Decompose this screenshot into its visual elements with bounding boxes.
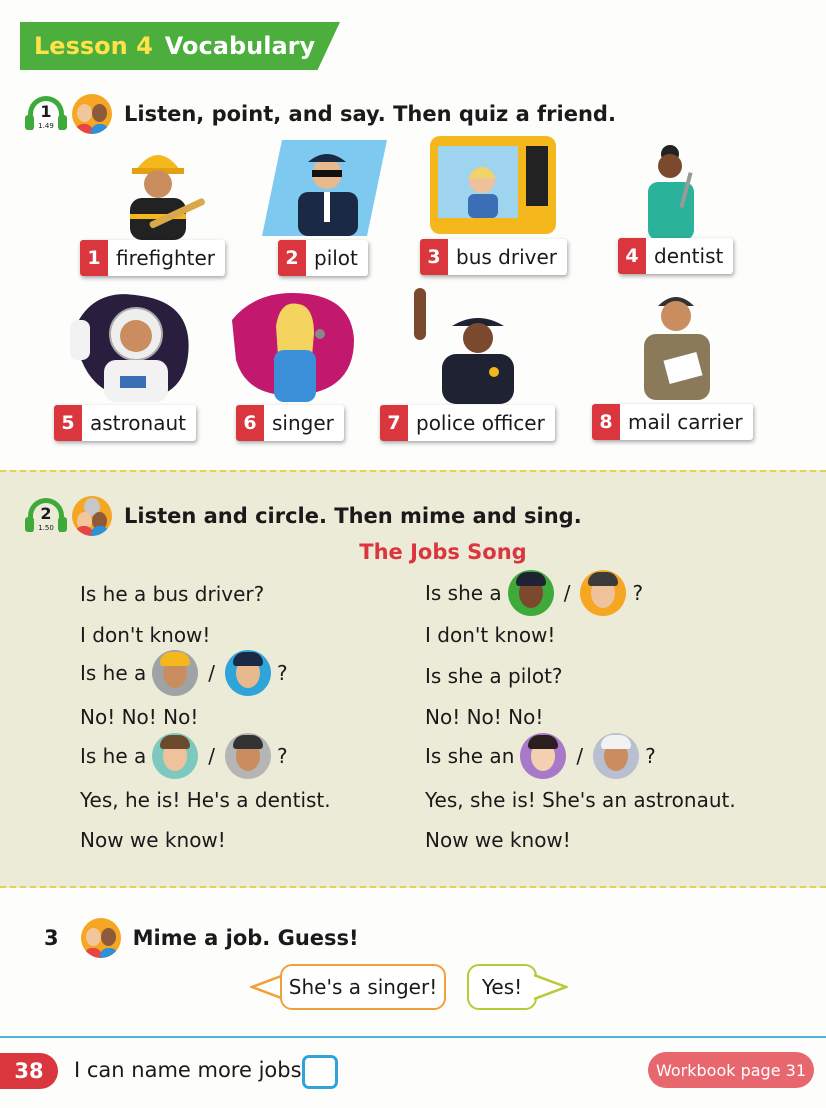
song-line-right-5: Is she an / ? [425,733,656,779]
speech-bubble-guess: She's a singer! [280,964,446,1010]
song-line-right-3: Is she a pilot? [425,664,563,688]
song-line-left-6: Yes, he is! He's a dentist. [80,788,331,812]
song-line-left-4: No! No! No! [80,705,199,729]
can-do-checkbox[interactable] [302,1055,338,1089]
song-line-left-2: I don't know! [80,623,211,647]
footer-divider [0,1036,826,1038]
vocab-label-bus-driver[interactable]: 3 bus driver [420,239,567,275]
song-line-left-1: Is he a bus driver? [80,582,265,606]
vocab-label-dentist[interactable]: 4 dentist [618,238,734,274]
dentist-face-option[interactable] [152,733,199,779]
headphones-audio-icon[interactable]: 1 1.49 [24,92,68,136]
police-officer-picture [414,288,514,404]
pilot-picture [262,140,387,236]
vocab-label-astronaut[interactable]: 5 astronaut [54,405,196,441]
lesson-label: Lesson 4 [34,32,153,60]
police-officer-face-option[interactable] [507,570,554,616]
singer-picture [232,293,354,402]
song-line-right-7: Now we know! [425,828,571,852]
activity-3-header: 3 Mime a job. Guess! [44,918,359,958]
activity-1-header: 1 1.49 Listen, point, and say. Then quiz… [24,92,616,136]
astronaut-picture [70,294,189,402]
vocab-label-pilot[interactable]: 2 pilot [278,240,368,276]
song-line-right-6: Yes, she is! She's an astronaut. [425,788,736,812]
song-line-left-5: Is he a / ? [80,733,288,779]
vocab-label-mail-carrier[interactable]: 8 mail carrier [592,404,753,440]
firefighter-face-option[interactable] [152,650,199,696]
pilot-face-option[interactable] [225,650,272,696]
dentist-picture [648,145,694,240]
song-title: The Jobs Song [359,540,527,564]
activity-3-number: 3 [44,926,59,950]
mail-carrier-face-option[interactable] [225,733,272,779]
singer-face-option[interactable] [520,733,567,779]
activity-1-instruction: Listen, point, and say. Then quiz a frie… [124,102,616,126]
headphones-audio-icon[interactable]: 2 1.50 [24,494,68,538]
astronaut-face-option[interactable] [593,733,640,779]
activity-3-instruction: Mime a job. Guess! [132,926,359,950]
vocab-label-singer[interactable]: 6 singer [236,405,344,441]
can-do-statement: I can name more jobs. [74,1058,309,1082]
firefighter-picture [130,155,205,240]
song-line-left-7: Now we know! [80,828,226,852]
vocab-label-police-officer[interactable]: 7 police officer [380,405,555,441]
speech-bubble-tail-left [250,974,284,1000]
lesson-title: Vocabulary [164,32,316,60]
song-line-right-4: No! No! No! [425,705,544,729]
activity-2-header: 2 1.50 Listen and circle. Then mime and … [24,494,582,538]
song-line-right-2: I don't know! [425,623,556,647]
song-line-right-1: Is she a / ? [425,570,643,616]
workbook-page-link[interactable]: Workbook page 31 [648,1052,814,1088]
pair-work-icon [80,918,121,958]
vocab-label-firefighter[interactable]: 1 firefighter [80,240,226,276]
speech-bubble-tail-right [534,974,568,1000]
song-line-left-3: Is he a / ? [80,650,288,696]
lesson-banner: Lesson 4 Vocabulary [20,22,340,70]
bus-driver-face-option[interactable] [580,570,627,616]
bus-driver-picture [430,136,556,234]
pair-work-icon [72,94,112,134]
speech-bubble-answer: Yes! [467,964,537,1010]
group-work-icon [72,496,112,536]
activity-2-instruction: Listen and circle. Then mime and sing. [124,504,582,528]
page-number: 38 [0,1053,58,1089]
mail-carrier-picture [644,297,710,400]
